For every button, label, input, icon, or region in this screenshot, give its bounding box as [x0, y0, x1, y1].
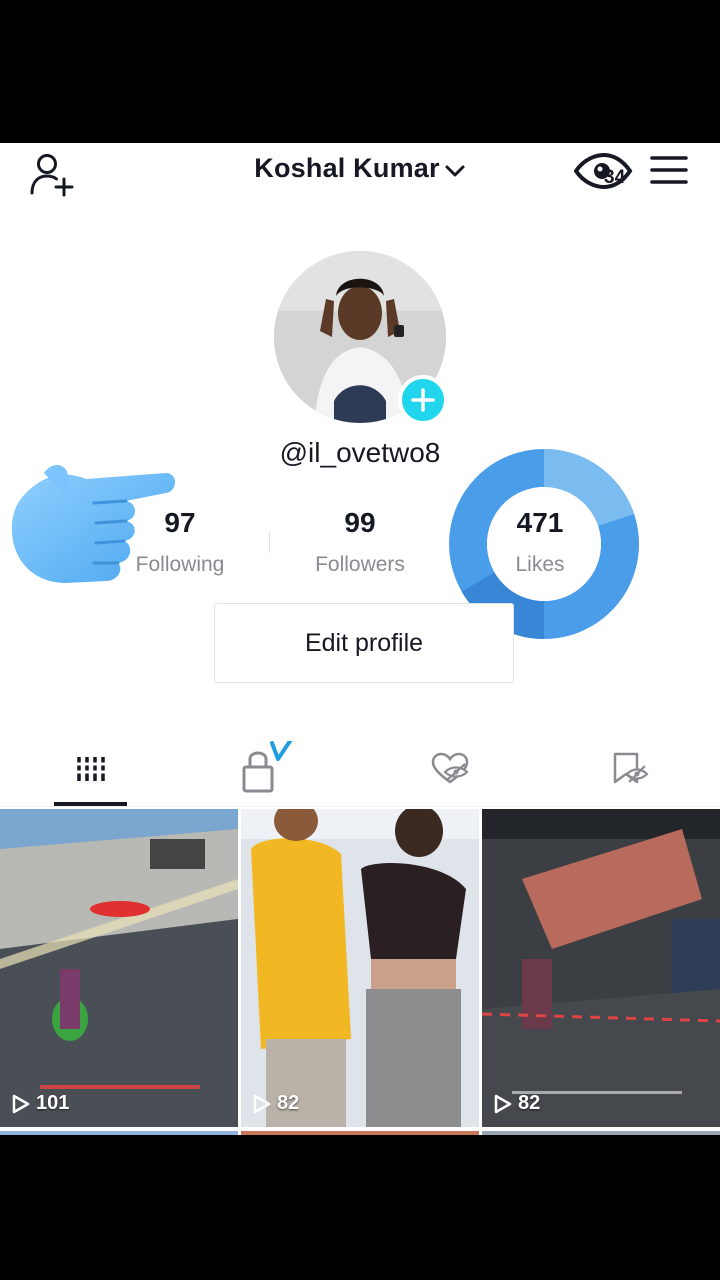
view-count: 82	[494, 1092, 540, 1115]
chevron-down-icon	[445, 165, 465, 177]
bookmark-hidden-icon	[613, 752, 649, 784]
followers-label: Followers	[315, 553, 405, 576]
video-thumbnail-image	[0, 809, 238, 1127]
likes-label: Likes	[515, 553, 565, 576]
followers-count: 99	[344, 507, 376, 538]
view-count: 82	[253, 1092, 299, 1115]
video-thumbnail[interactable]: 82	[241, 809, 479, 1127]
play-icon	[494, 1094, 512, 1113]
stat-divider	[269, 531, 270, 553]
view-count-text: 82	[518, 1092, 541, 1114]
play-icon	[12, 1094, 30, 1113]
video-thumbnail[interactable]: 101	[0, 809, 238, 1127]
video-grid: 101 82 82	[0, 809, 720, 1135]
view-count: 101	[12, 1092, 69, 1115]
play-icon	[253, 1094, 271, 1113]
likes-stat[interactable]: 471 Likes	[460, 507, 620, 577]
status-bar-area	[0, 0, 720, 143]
tab-videos[interactable]	[0, 739, 180, 799]
tab-favorites[interactable]	[540, 739, 720, 799]
view-count-text: 82	[277, 1092, 300, 1114]
followers-stat[interactable]: 99 Followers	[280, 507, 440, 577]
add-story-button[interactable]	[398, 375, 448, 425]
tab-private[interactable]	[180, 739, 360, 799]
view-count-text: 101	[36, 1092, 70, 1114]
profile-name: Koshal Kumar	[254, 153, 440, 183]
video-thumbnail-image	[241, 809, 479, 1127]
profile-views-count: 34	[604, 167, 626, 188]
lock-icon	[242, 741, 292, 793]
profile-screen: Koshal Kumar 34 @il_ovetwo8 97 Following…	[0, 143, 720, 1135]
tab-divider	[0, 806, 720, 807]
tab-liked[interactable]	[360, 739, 540, 799]
video-thumbnail-image	[482, 809, 720, 1127]
bottom-letterbox	[0, 1135, 720, 1280]
edit-profile-button[interactable]: Edit profile	[214, 603, 514, 683]
plus-icon	[411, 388, 435, 412]
heart-hidden-icon	[431, 752, 469, 784]
video-thumbnail[interactable]: 82	[482, 809, 720, 1127]
pointing-hand-icon	[11, 464, 175, 583]
grid-icon	[75, 757, 105, 781]
menu-icon[interactable]	[650, 155, 688, 185]
likes-count: 471	[516, 507, 564, 538]
